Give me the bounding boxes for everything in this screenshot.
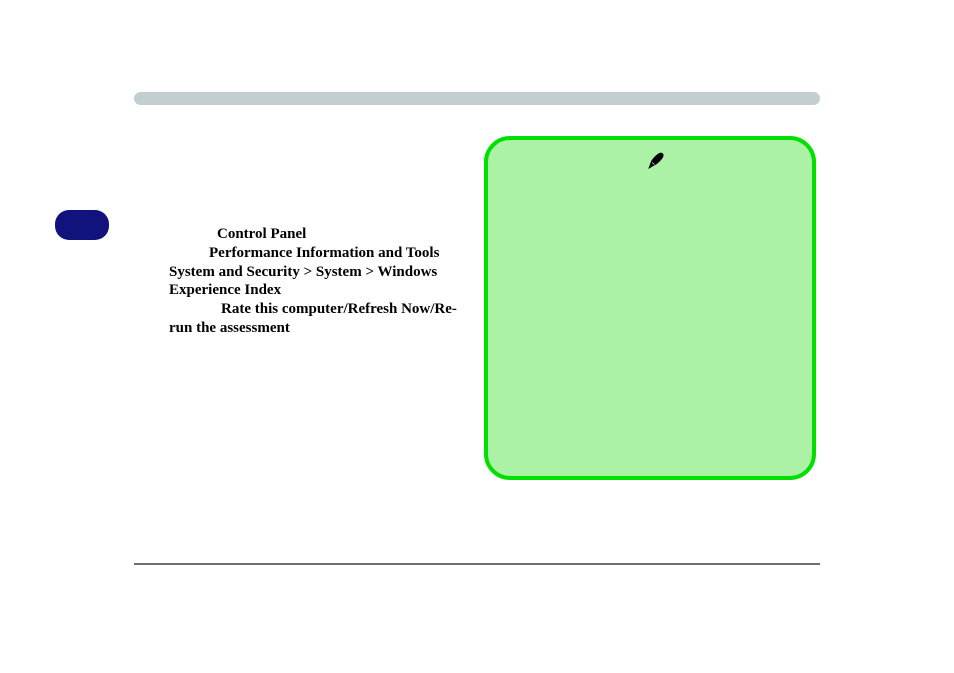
section-marker-pill	[55, 210, 109, 240]
bottom-divider-rule	[134, 563, 820, 565]
path-control-panel: Control Panel	[217, 226, 306, 242]
path-system-security-windows-experience-index: System and Security > System > Windows E…	[169, 264, 437, 299]
path-rate-refresh-rerun: Rate this computer/Refresh Now/Re-run th…	[169, 301, 457, 336]
path-performance-info-tools: Performance Information and Tools	[209, 245, 439, 261]
note-box	[484, 136, 816, 480]
pen-icon	[647, 152, 665, 170]
top-divider-bar	[134, 92, 820, 105]
navigation-instructions: Control Panel Performance Information an…	[169, 225, 465, 338]
